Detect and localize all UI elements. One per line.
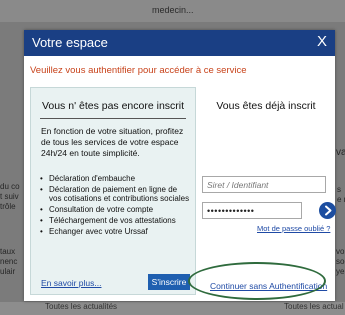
feature-item: Déclaration de paiement en ligne de vos …	[39, 185, 191, 203]
modal-header: Votre espace X	[24, 30, 335, 56]
feature-item: Echanger avec votre Urssaf	[39, 227, 191, 236]
login-modal: Votre espace X Veuillez vous authentifie…	[24, 30, 336, 301]
forgot-password-link[interactable]: Mot de passe oublié ?	[257, 224, 330, 233]
close-button[interactable]: X	[317, 33, 327, 51]
arrow-right-icon	[325, 205, 332, 216]
title-divider	[40, 118, 186, 119]
auth-prompt: Veuillez vous authentifier pour accéder …	[30, 65, 247, 76]
not-registered-title: Vous n' êtes pas encore inscrit	[41, 100, 185, 112]
background-header-text: medecin...	[152, 5, 194, 15]
background-text-right-c: vous soci yer.	[336, 247, 345, 276]
learn-more-link[interactable]: En savoir plus...	[41, 278, 101, 288]
background-text-right-b: s e rer	[337, 185, 345, 204]
all-news-link-left[interactable]: Toutes les actualités	[45, 302, 117, 311]
feature-item: Consultation de votre compte	[39, 205, 191, 214]
feature-item: Téléchargement de vos attestations	[39, 216, 191, 225]
not-registered-panel: Vous n' êtes pas encore inscrit En fonct…	[30, 87, 196, 295]
background-header: medecin...	[0, 0, 345, 22]
signup-button[interactable]: S'inscrire	[148, 274, 190, 290]
background-text-right-a: valit	[336, 147, 345, 158]
intro-text: En fonction de votre situation, profitez…	[41, 126, 184, 158]
all-news-link-right[interactable]: Toutes les actual	[284, 302, 344, 311]
background-text-left-a: du co t suiv trôle	[0, 182, 20, 211]
feature-item: Déclaration d'embauche	[39, 174, 191, 183]
login-submit-button[interactable]	[319, 202, 336, 219]
feature-list: Déclaration d'embauche Déclaration de pa…	[39, 174, 191, 238]
highlight-ellipse	[188, 262, 326, 300]
login-id-input[interactable]	[202, 176, 326, 193]
password-input[interactable]	[202, 202, 302, 219]
background-text-left-b: taux nenc ulair	[0, 247, 18, 276]
registered-title: Vous êtes déjà inscrit	[216, 100, 316, 112]
modal-title: Votre espace	[32, 35, 108, 50]
